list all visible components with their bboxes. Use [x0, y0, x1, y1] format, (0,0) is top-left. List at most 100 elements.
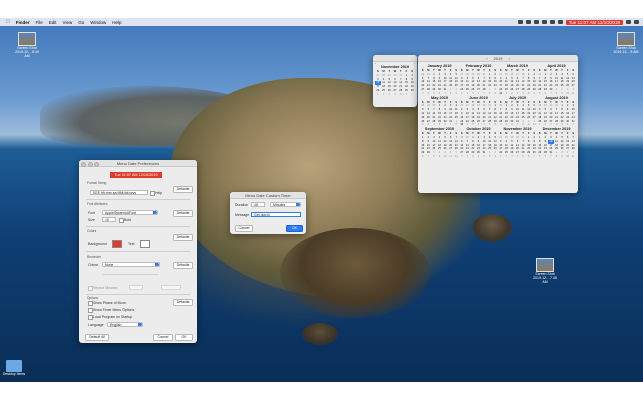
desktop-icon-screenshot-2[interactable]: Screen Shot 2019-12-...5 AM — [612, 32, 640, 54]
custom-timer-dialog: Menu Date Custom Timer Duration 45 Minut… — [230, 192, 306, 234]
day-cell[interactable]: 7 — [409, 93, 415, 97]
month-days: S M T W T F S 1 2 3 4 5 6 7 8 9 10 11 12 13 14 15 16 17 18 19 20 21… — [420, 132, 459, 159]
mini-calendar-window: ‹ › November 2019 S M T W T F S 27 28 29 30 31 1 2 3 4 5… — [373, 55, 417, 107]
year-calendar-titlebar[interactable]: ‹ 2019 › — [418, 55, 578, 62]
colors-defaults-button[interactable]: Defaults — [173, 234, 193, 241]
menu-go[interactable]: Go — [78, 20, 84, 25]
cloud-icon[interactable] — [517, 20, 523, 24]
divider — [86, 251, 190, 252]
chime-label: Chime — [88, 263, 99, 267]
zoom-icon[interactable] — [94, 161, 99, 167]
month-days: S M T W T F S 29 30 1 2 3 4 5 6 7 8 9 10 11 12 13 14 15 16 17 18 19… — [459, 132, 498, 159]
desktop-icon-screenshot-3[interactable]: Screen Shot 2019-12-...7.48 AM — [531, 258, 559, 284]
chime-select[interactable]: None — [102, 262, 160, 267]
menu-help[interactable]: Help — [112, 20, 121, 25]
screenshot-thumbnail-icon — [18, 32, 36, 46]
message-field[interactable]: Get dog in — [251, 212, 301, 217]
timer-cancel-button[interactable]: Cancel — [235, 225, 253, 232]
load-on-startup-label: Load Program on Startup — [93, 315, 133, 319]
menu-finder[interactable]: Finder — [16, 20, 30, 25]
menu-date-badge[interactable]: Tue 11:07 AM 12/10/2019 — [565, 19, 623, 25]
cancel-button[interactable]: Cancel — [153, 334, 173, 341]
menu-bar:  Finder File Edit View Go Window Help T… — [0, 18, 643, 26]
desktop-icon-label: Screen Shot 2019-12-...7.48 AM — [533, 272, 557, 284]
colors-section-label: Colors — [87, 229, 97, 233]
timer-ok-button[interactable]: OK — [286, 225, 303, 232]
apple-menu-icon[interactable]:  — [6, 19, 10, 25]
battery-icon[interactable] — [541, 20, 547, 24]
repeat-label: Repeat Minutes — [93, 286, 118, 290]
duration-unit-select[interactable]: Minutes — [270, 202, 301, 207]
desktop-icon-label: Desktop Items — [2, 372, 26, 376]
preferences-titlebar[interactable]: Menu Date Preferences — [79, 160, 197, 167]
size-field[interactable]: 10 — [102, 217, 116, 222]
month-block: August 2019 S M T W T F S 28 29 30 31 1 2 3 4 5 6 7 8 9 10 11 1… — [537, 96, 576, 128]
minimize-icon[interactable] — [87, 161, 93, 167]
default-all-button[interactable]: Default All — [85, 334, 109, 341]
month-block: October 2019 S M T W T F S 29 30 1 2 3 4 5 6 7 8 9 10 11 12 13… — [459, 127, 498, 159]
format-defaults-button[interactable]: Defaults — [173, 186, 193, 193]
wallpaper-rock — [280, 228, 430, 318]
folder-icon — [6, 360, 22, 372]
ok-button[interactable]: OK — [175, 334, 193, 341]
text-color-well[interactable] — [140, 240, 150, 248]
year-prev-icon[interactable]: ‹ — [486, 56, 487, 61]
mini-calendar-titlebar[interactable] — [373, 55, 417, 62]
repeat-until-field[interactable] — [161, 285, 181, 290]
day-cell[interactable]: 11 — [570, 155, 576, 159]
desktop-icon-label: Screen Shot 2019-12-...5 AM — [613, 46, 639, 54]
menu-edit[interactable]: Edit — [49, 20, 57, 25]
search-icon[interactable] — [626, 20, 631, 24]
background-color-well[interactable] — [112, 240, 122, 248]
flag-icon[interactable] — [557, 20, 563, 24]
options-defaults-button[interactable]: Defaults — [173, 299, 193, 306]
font-defaults-button[interactable]: Defaults — [173, 210, 193, 217]
month-block: January 2019 S M T W T F S 30 31 1 2 3 4 5 6 7 8 9 10 11 12 13… — [420, 64, 459, 96]
month-block: December 2019 S M T W T F S 1 2 3 4 5 6 7 8 9 10 11 12 13 14 1… — [537, 127, 576, 159]
control-center-icon[interactable] — [634, 20, 639, 24]
size-label: Size — [88, 218, 95, 222]
menu-file[interactable]: File — [36, 20, 43, 25]
timer-titlebar[interactable]: Menu Date Custom Timer — [230, 192, 306, 199]
month-block: September 2019 S M T W T F S 1 2 3 4 5 6 7 8 9 10 11 12 13 14… — [420, 127, 459, 159]
format-section-label: Format String — [87, 181, 107, 185]
wifi-icon[interactable] — [525, 20, 531, 24]
month-days: S M T W T F S 28 29 30 31 1 2 3 4 5 6 7 8 9 10 11 12 13 14 15 16 17… — [537, 101, 576, 128]
menu-view[interactable]: View — [63, 20, 73, 25]
format-string-field[interactable]: EEE hh:mm aa MM/dd/yyyy — [90, 190, 148, 195]
bluetooth-icon[interactable] — [549, 20, 555, 24]
divider — [86, 226, 190, 227]
wallpaper-rock-small — [472, 214, 512, 242]
month-days: S M T W T F S 30 31 1 2 3 4 5 6 7 8 9 10 11 12 13 14 15 16 17 18 19… — [420, 69, 459, 96]
preferences-window: Menu Date Preferences Tue 11:07 AM 12/10… — [79, 160, 197, 343]
desktop-icon-folder[interactable]: Desktop Items — [2, 360, 26, 376]
menu-window[interactable]: Window — [90, 20, 106, 25]
volume-icon[interactable] — [533, 20, 539, 24]
year-next-icon[interactable]: › — [508, 56, 509, 61]
repeat-field[interactable] — [129, 285, 143, 290]
phase-of-moon-label: Show Phase of Moon — [93, 301, 127, 305]
desktop-icon-screenshot-1[interactable]: Screen Shot 2019-12-...8.49 AM — [14, 32, 40, 58]
font-label: Font — [88, 211, 96, 215]
timer-title: Menu Date Custom Timer — [245, 192, 291, 198]
month-days: S M T W T F S 26 27 28 29 30 31 1 2 3 4 5 6 7 8 9 10 11 12 13 14 15… — [459, 101, 498, 128]
month-days: S M T W T F S 1 2 3 4 5 6 7 8 9 10 11 12 13 14 15 16 17 18 19 20 21… — [537, 132, 576, 159]
language-label: Language — [88, 323, 104, 327]
month-days: S M T W T F S 27 28 29 30 31 1 2 3 4 5 6 7 8 9 10 11 12 13 14 15 16… — [498, 132, 537, 159]
month-block: April 2019 S M T W T F S 31 1 2 3 4 5 6 7 8 9 10 11 12 13 14 15… — [537, 64, 576, 96]
close-icon[interactable] — [81, 161, 86, 167]
wallpaper-rock-tiny — [302, 323, 338, 345]
reminder-defaults-button[interactable]: Defaults — [173, 262, 193, 269]
bold-label: Bold — [124, 218, 132, 222]
duration-field[interactable]: 45 — [251, 202, 265, 207]
volume-slider[interactable] — [102, 274, 158, 275]
year-calendar-window: ‹ 2019 › January 2019 S M T W T F S 30 31 1 2 3 4 5 6 7 8… — [418, 55, 578, 193]
month-block: March 2019 S M T W T F S 24 25 26 27 28 1 2 3 4 5 6 7 8 9 10 11… — [498, 64, 537, 96]
background-label: Background — [88, 242, 107, 246]
language-select[interactable]: English — [107, 322, 143, 327]
divider — [86, 199, 190, 200]
font-select[interactable]: AppleSystemUIFont — [102, 210, 158, 215]
month-days: S M T W T F S 31 1 2 3 4 5 6 7 8 9 10 11 12 13 14 15 16 17 18 19 20… — [537, 69, 576, 96]
month-days: S M T W T F S 24 25 26 27 28 1 2 3 4 5 6 7 8 9 10 11 12 13 14 15 16… — [498, 69, 537, 96]
timer-menu-label: Show Timer Menu Options — [93, 308, 135, 312]
